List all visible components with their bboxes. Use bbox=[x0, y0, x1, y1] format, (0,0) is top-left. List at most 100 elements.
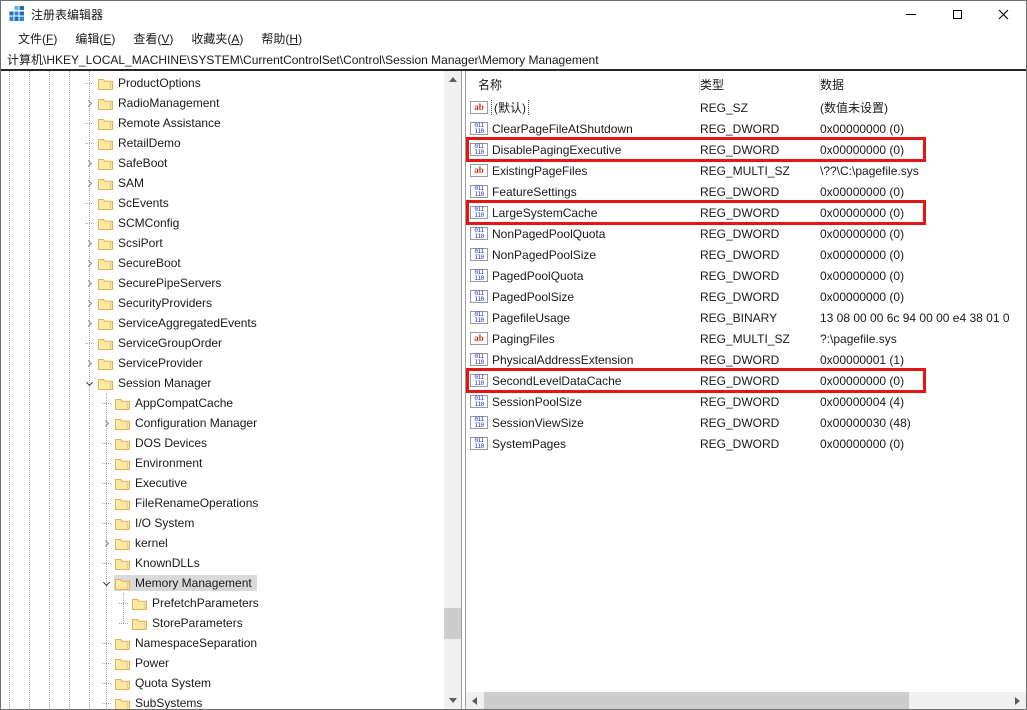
tree-scrollbar-thumb[interactable] bbox=[444, 608, 461, 639]
tree-expander[interactable] bbox=[98, 455, 114, 471]
tree-expander[interactable] bbox=[81, 275, 97, 291]
tree-item-filerenameoperations[interactable]: FileRenameOperations bbox=[1, 493, 444, 513]
value-row-featuresettings[interactable]: 011110FeatureSettingsREG_DWORD0x00000000… bbox=[466, 181, 1026, 202]
tree-item-scevents[interactable]: ScEvents bbox=[1, 193, 444, 213]
tree-expander[interactable] bbox=[81, 155, 97, 171]
menu-item[interactable]: 文件(F) bbox=[9, 28, 66, 49]
column-separator[interactable] bbox=[699, 74, 700, 94]
tree-item-securepipeservers[interactable]: SecurePipeServers bbox=[1, 273, 444, 293]
tree-expander[interactable] bbox=[81, 175, 97, 191]
tree-expander[interactable] bbox=[81, 195, 97, 211]
tree-item-productoptions[interactable]: ProductOptions bbox=[1, 73, 444, 93]
tree-item-appcompatcache[interactable]: AppCompatCache bbox=[1, 393, 444, 413]
tree-item-dos-devices[interactable]: DOS Devices bbox=[1, 433, 444, 453]
tree-item-sam[interactable]: SAM bbox=[1, 173, 444, 193]
menu-item[interactable]: 查看(V) bbox=[124, 28, 182, 49]
tree-expander[interactable] bbox=[81, 95, 97, 111]
tree-expander[interactable] bbox=[81, 335, 97, 351]
tree-item-securityproviders[interactable]: SecurityProviders bbox=[1, 293, 444, 313]
value-row-disablepagingexecutive[interactable]: 011110DisablePagingExecutiveREG_DWORD0x0… bbox=[466, 139, 1026, 160]
tree-expander[interactable] bbox=[98, 395, 114, 411]
value-row-clearpagefileatshutdown[interactable]: 011110ClearPageFileAtShutdownREG_DWORD0x… bbox=[466, 118, 1026, 139]
tree-expander[interactable] bbox=[81, 295, 97, 311]
tree-item-prefetchparameters[interactable]: PrefetchParameters bbox=[1, 593, 444, 613]
tree-item-retaildemo[interactable]: RetailDemo bbox=[1, 133, 444, 153]
tree-expander[interactable] bbox=[98, 495, 114, 511]
value-row-largesystemcache[interactable]: 011110LargeSystemCacheREG_DWORD0x0000000… bbox=[466, 202, 1026, 223]
tree-item-kernel[interactable]: kernel bbox=[1, 533, 444, 553]
tree-expander[interactable] bbox=[98, 415, 114, 431]
tree-expander[interactable] bbox=[81, 135, 97, 151]
tree-expander[interactable] bbox=[98, 655, 114, 671]
menu-item[interactable]: 收藏夹(A) bbox=[182, 28, 252, 49]
value-row-nonpagedpoolsize[interactable]: 011110NonPagedPoolSizeREG_DWORD0x0000000… bbox=[466, 244, 1026, 265]
value-row-sessionviewsize[interactable]: 011110SessionViewSizeREG_DWORD0x00000030… bbox=[466, 412, 1026, 433]
value-row-pagedpoolsize[interactable]: 011110PagedPoolSizeREG_DWORD0x00000000 (… bbox=[466, 286, 1026, 307]
tree-item-memory-management[interactable]: Memory Management bbox=[1, 573, 444, 593]
tree-expander[interactable] bbox=[98, 575, 114, 591]
tree-item-servicegrouporder[interactable]: ServiceGroupOrder bbox=[1, 333, 444, 353]
tree-item-scsiport[interactable]: ScsiPort bbox=[1, 233, 444, 253]
tree-expander[interactable] bbox=[81, 235, 97, 251]
tree-expander[interactable] bbox=[81, 375, 97, 391]
column-header-data[interactable]: 数据 bbox=[820, 76, 1026, 93]
values-scrollbar-thumb[interactable] bbox=[484, 692, 909, 709]
tree-expander[interactable] bbox=[81, 215, 97, 231]
address-bar[interactable]: 计算机\HKEY_LOCAL_MACHINE\SYSTEM\CurrentCon… bbox=[1, 49, 1026, 71]
maximize-button[interactable] bbox=[934, 1, 980, 27]
tree-item-serviceprovider[interactable]: ServiceProvider bbox=[1, 353, 444, 373]
value-row-sessionpoolsize[interactable]: 011110SessionPoolSizeREG_DWORD0x00000004… bbox=[466, 391, 1026, 412]
tree-item-session-manager[interactable]: Session Manager bbox=[1, 373, 444, 393]
value-row-nonpagedpoolquota[interactable]: 011110NonPagedPoolQuotaREG_DWORD0x000000… bbox=[466, 223, 1026, 244]
tree-expander[interactable] bbox=[98, 515, 114, 531]
minimize-button[interactable] bbox=[888, 1, 934, 27]
tree-expander[interactable] bbox=[98, 535, 114, 551]
scroll-right-button[interactable] bbox=[1009, 692, 1026, 709]
tree-item-storeparameters[interactable]: StoreParameters bbox=[1, 613, 444, 633]
tree-item-radiomanagement[interactable]: RadioManagement bbox=[1, 93, 444, 113]
tree-expander[interactable] bbox=[98, 695, 114, 709]
tree-item-secureboot[interactable]: SecureBoot bbox=[1, 253, 444, 273]
tree-expander[interactable] bbox=[81, 115, 97, 131]
menu-item[interactable]: 帮助(H) bbox=[252, 28, 311, 49]
tree-expander[interactable] bbox=[81, 315, 97, 331]
tree-expander[interactable] bbox=[98, 475, 114, 491]
column-separator[interactable] bbox=[819, 74, 820, 94]
tree-expander[interactable] bbox=[81, 255, 97, 271]
value-row-pagefileusage[interactable]: 011110PagefileUsageREG_BINARY13 08 00 00… bbox=[466, 307, 1026, 328]
tree-item-remote-assistance[interactable]: Remote Assistance bbox=[1, 113, 444, 133]
tree-expander[interactable] bbox=[98, 675, 114, 691]
value-row-systempages[interactable]: 011110SystemPagesREG_DWORD0x00000000 (0) bbox=[466, 433, 1026, 454]
value-row-pagedpoolquota[interactable]: 011110PagedPoolQuotaREG_DWORD0x00000000 … bbox=[466, 265, 1026, 286]
tree-item-knowndlls[interactable]: KnownDLLs bbox=[1, 553, 444, 573]
tree-item-configuration-manager[interactable]: Configuration Manager bbox=[1, 413, 444, 433]
tree-item-quota-system[interactable]: Quota System bbox=[1, 673, 444, 693]
scroll-left-button[interactable] bbox=[466, 692, 483, 709]
tree-item-executive[interactable]: Executive bbox=[1, 473, 444, 493]
tree-expander[interactable] bbox=[81, 355, 97, 371]
tree-item-safeboot[interactable]: SafeBoot bbox=[1, 153, 444, 173]
tree-expander[interactable] bbox=[98, 435, 114, 451]
close-button[interactable] bbox=[980, 1, 1026, 27]
tree-item-serviceaggregatedevents[interactable]: ServiceAggregatedEvents bbox=[1, 313, 444, 333]
value-row-secondleveldatacache[interactable]: 011110SecondLevelDataCacheREG_DWORD0x000… bbox=[466, 370, 1026, 391]
column-header-name[interactable]: 名称 bbox=[466, 76, 700, 93]
tree-item-scmconfig[interactable]: SCMConfig bbox=[1, 213, 444, 233]
menu-item[interactable]: 编辑(E) bbox=[66, 28, 124, 49]
value-row-existingpagefiles[interactable]: abExistingPageFilesREG_MULTI_SZ\??\C:\pa… bbox=[466, 160, 1026, 181]
column-header-type[interactable]: 类型 bbox=[700, 76, 820, 93]
tree-expander[interactable] bbox=[115, 595, 131, 611]
scroll-up-button[interactable] bbox=[444, 71, 461, 88]
tree-expander[interactable] bbox=[81, 75, 97, 91]
tree-item-power[interactable]: Power bbox=[1, 653, 444, 673]
tree-item-i-o-system[interactable]: I/O System bbox=[1, 513, 444, 533]
tree-expander[interactable] bbox=[98, 635, 114, 651]
tree-expander[interactable] bbox=[98, 555, 114, 571]
values-horizontal-scrollbar[interactable] bbox=[466, 692, 1026, 709]
value-row-pagingfiles[interactable]: abPagingFilesREG_MULTI_SZ?:\pagefile.sys bbox=[466, 328, 1026, 349]
value-row--[interactable]: ab(默认)REG_SZ(数值未设置) bbox=[466, 97, 1026, 118]
tree-item-subsystems[interactable]: SubSystems bbox=[1, 693, 444, 709]
scroll-down-button[interactable] bbox=[444, 692, 461, 709]
value-row-physicaladdressextension[interactable]: 011110PhysicalAddressExtensionREG_DWORD0… bbox=[466, 349, 1026, 370]
tree-vertical-scrollbar[interactable] bbox=[444, 71, 461, 709]
